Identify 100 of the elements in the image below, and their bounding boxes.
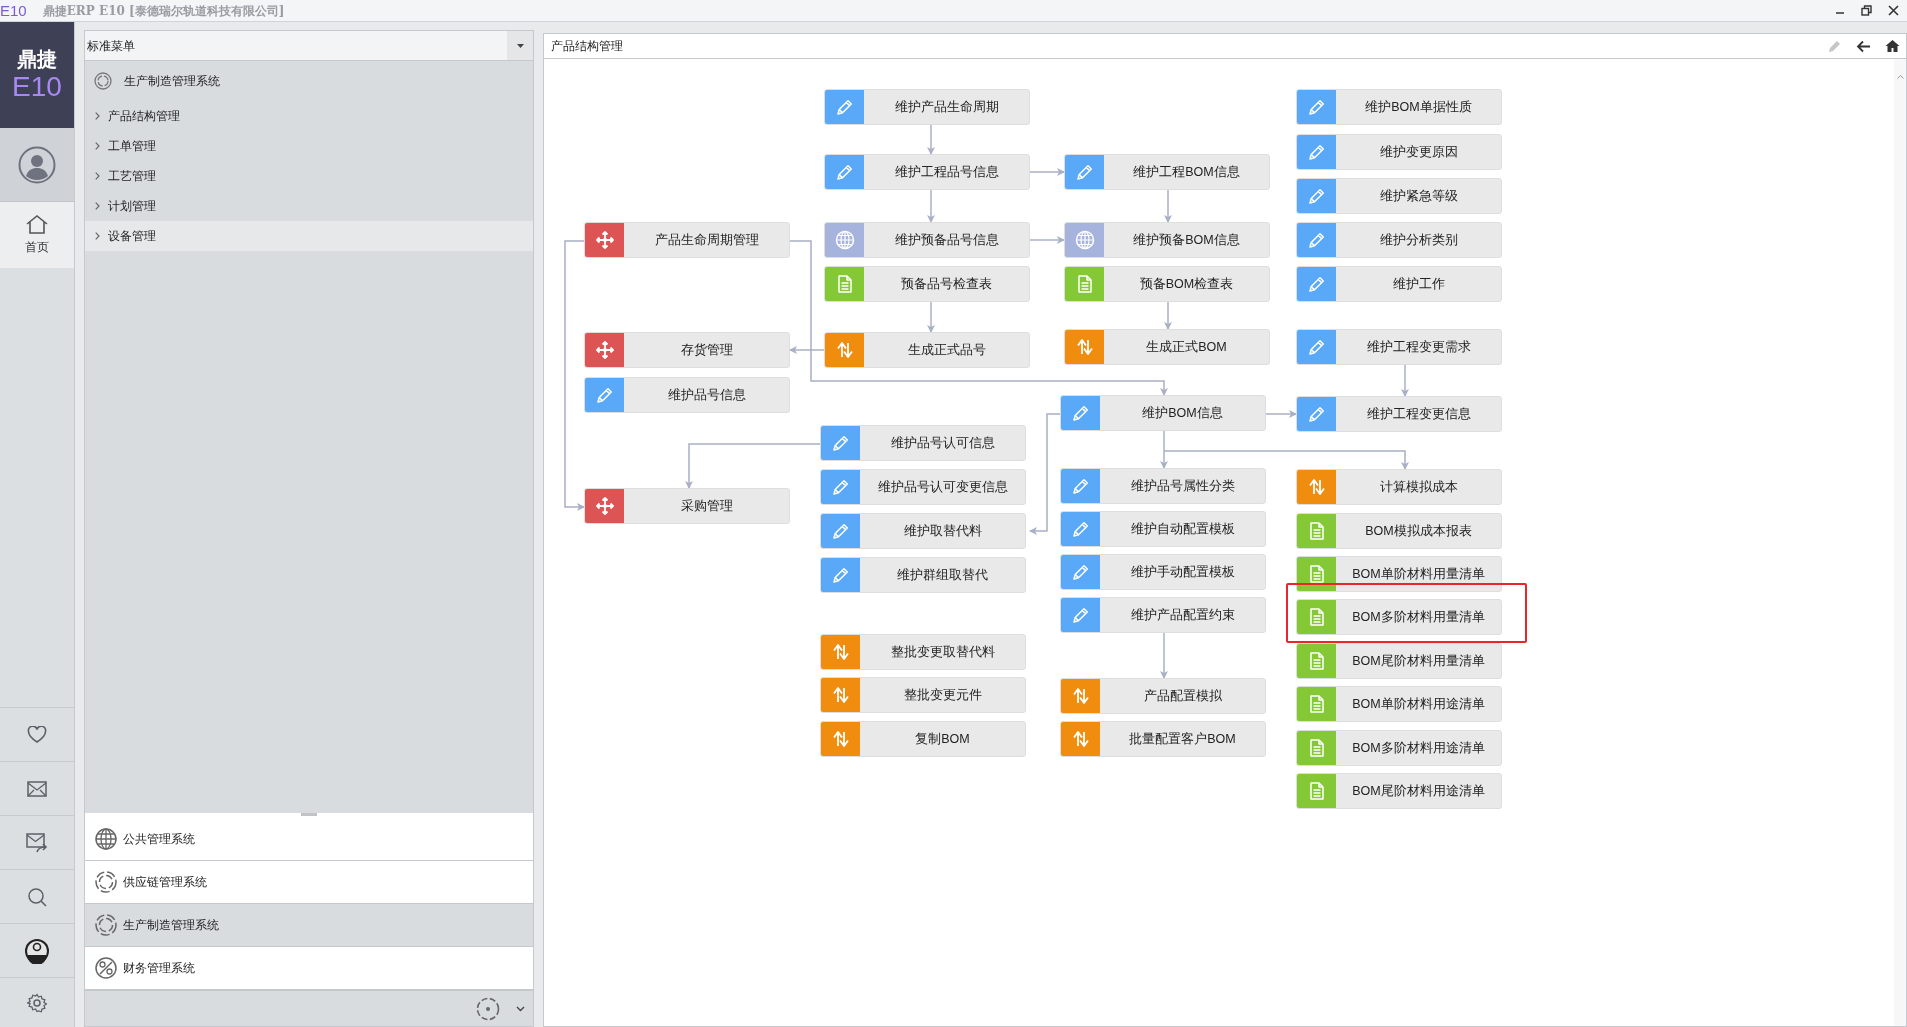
- settings-icon[interactable]: [27, 992, 47, 1013]
- flow-node-button[interactable]: 产品配置模拟: [1060, 678, 1266, 714]
- pencil-icon: [834, 97, 855, 117]
- pencil-icon: [1074, 162, 1095, 182]
- flow-node-button[interactable]: 维护预备BOM信息: [1064, 222, 1270, 258]
- globe-icon: [95, 828, 117, 850]
- system-item[interactable]: 财务管理系统: [85, 947, 533, 990]
- dropdown-caret-icon: [516, 43, 524, 48]
- chevron-down-icon[interactable]: [516, 1005, 525, 1012]
- pencil-icon: [1306, 142, 1327, 162]
- flow-node-button[interactable]: 生成正式品号: [824, 332, 1030, 368]
- chevron-right-icon: [95, 232, 100, 240]
- flow-node-button[interactable]: BOM尾阶材料用量清单: [1296, 643, 1502, 679]
- cycle-icon: [94, 72, 112, 90]
- crosshair-icon[interactable]: [476, 996, 500, 1021]
- move-arrows-icon: [594, 496, 615, 516]
- flow-node-button[interactable]: 维护品号认可信息: [820, 425, 1026, 461]
- scrollbar[interactable]: [1894, 59, 1906, 1026]
- flow-node-button[interactable]: 存货管理: [584, 332, 790, 368]
- connector-arrow: [1265, 410, 1297, 418]
- flow-node-button[interactable]: 预备BOM检查表: [1064, 266, 1270, 302]
- mail-icon[interactable]: [27, 780, 47, 797]
- scroll-up-icon[interactable]: [1896, 75, 1904, 79]
- flow-node-button[interactable]: BOM多阶材料用途清单: [1296, 730, 1502, 766]
- flow-node-button[interactable]: 维护取替代料: [820, 513, 1026, 549]
- badge-logo-icon[interactable]: [24, 937, 50, 964]
- close-icon[interactable]: [1888, 5, 1899, 16]
- flow-node-button[interactable]: 维护BOM信息: [1060, 395, 1266, 431]
- chevron-right-icon: [95, 142, 100, 150]
- flow-node-button[interactable]: 整批变更取替代料: [820, 634, 1026, 670]
- pencil-icon: [1306, 404, 1327, 424]
- flow-node-button[interactable]: 维护紧急等级: [1296, 178, 1502, 214]
- flow-node-button[interactable]: 整批变更元件: [820, 677, 1026, 713]
- flow-node-button[interactable]: 维护工程BOM信息: [1064, 154, 1270, 190]
- pencil-icon: [1070, 562, 1091, 582]
- move-arrows-icon: [594, 230, 615, 250]
- home-tab[interactable]: 首页: [0, 202, 74, 268]
- flow-node-button[interactable]: 维护预备品号信息: [824, 222, 1030, 258]
- globe-icon: [834, 230, 855, 250]
- flow-node-button[interactable]: 维护变更原因: [1296, 134, 1502, 170]
- flow-node-button[interactable]: 维护分析类别: [1296, 222, 1502, 258]
- pencil-icon: [1306, 337, 1327, 357]
- chevron-right-icon: [95, 112, 100, 120]
- flow-node-button[interactable]: BOM尾阶材料用途清单: [1296, 773, 1502, 809]
- system-item[interactable]: 公共管理系统: [85, 818, 533, 861]
- flow-node-button[interactable]: 生成正式BOM: [1064, 329, 1270, 365]
- pencil-icon: [1306, 97, 1327, 117]
- flow-node-button[interactable]: 预备品号检查表: [824, 266, 1030, 302]
- connector-arrow: [1164, 189, 1172, 223]
- percent-icon: [95, 957, 117, 979]
- pencil-icon: [830, 433, 851, 453]
- flow-node-button[interactable]: 采购管理: [584, 488, 790, 524]
- flow-node-button[interactable]: 维护品号认可变更信息: [820, 469, 1026, 505]
- avatar-icon[interactable]: [18, 145, 56, 184]
- flow-node-button[interactable]: 维护产品配置约束: [1060, 597, 1266, 633]
- heart-icon[interactable]: [27, 725, 47, 744]
- mail-forward-icon[interactable]: [26, 832, 48, 853]
- menu-dropdown[interactable]: 标准菜单: [85, 31, 533, 61]
- flow-node-button[interactable]: 维护工程变更信息: [1296, 396, 1502, 432]
- flow-node-button[interactable]: BOM模拟成本报表: [1296, 513, 1502, 549]
- search-icon[interactable]: [27, 886, 47, 907]
- flow-node-button[interactable]: 维护自动配置模板: [1060, 511, 1266, 547]
- system-item[interactable]: 供应链管理系统: [85, 861, 533, 904]
- window-title: 鼎捷ERP E10 [泰德瑞尔轨道科技有限公司]: [42, 2, 285, 20]
- menu-item[interactable]: 设备管理: [85, 221, 533, 251]
- connector-arrow: [1029, 168, 1065, 176]
- move-arrows-icon: [594, 340, 615, 360]
- home-icon[interactable]: [1885, 39, 1900, 53]
- flow-node-button[interactable]: 维护群组取替代: [820, 557, 1026, 593]
- flow-node-button[interactable]: 维护BOM单据性质: [1296, 89, 1502, 125]
- page-title: 产品结构管理: [550, 38, 623, 55]
- brand-logo: 鼎捷 E10: [0, 22, 74, 128]
- flow-node-button[interactable]: BOM单阶材料用量清单: [1296, 556, 1502, 592]
- back-arrow-icon[interactable]: [1856, 39, 1871, 53]
- app-logo: E10: [0, 3, 27, 18]
- connector-arrow: [1401, 364, 1409, 397]
- flow-node-button[interactable]: BOM多阶材料用量清单: [1296, 599, 1502, 635]
- flow-node-button[interactable]: 批量配置客户BOM: [1060, 721, 1266, 757]
- system-heading: 生产制造管理系统: [124, 73, 220, 90]
- pencil-icon: [830, 521, 851, 541]
- splitter-handle[interactable]: [301, 813, 317, 816]
- connector-arrow: [927, 124, 935, 155]
- pencil-icon: [1306, 274, 1327, 294]
- pencil-icon: [830, 565, 851, 585]
- flow-node-button[interactable]: 维护工作: [1296, 266, 1502, 302]
- flow-node-button[interactable]: 维护产品生命周期: [824, 89, 1030, 125]
- globe-icon: [1074, 230, 1095, 250]
- cycle-icon: [95, 914, 117, 936]
- flow-node-button[interactable]: 维护手动配置模板: [1060, 554, 1266, 590]
- flow-node-button[interactable]: BOM单阶材料用途清单: [1296, 686, 1502, 722]
- flow-node-button[interactable]: 维护品号属性分类: [1060, 468, 1266, 504]
- restore-icon[interactable]: [1861, 5, 1872, 16]
- flow-node-button[interactable]: 维护工程变更需求: [1296, 329, 1502, 365]
- flow-node-button[interactable]: 计算模拟成本: [1296, 469, 1502, 505]
- pencil-icon: [1306, 186, 1327, 206]
- flow-node-button[interactable]: 产品生命周期管理: [584, 222, 790, 258]
- flow-node-button[interactable]: 复制BOM: [820, 721, 1026, 757]
- flow-node-button[interactable]: 维护品号信息: [584, 377, 790, 413]
- flow-node-button[interactable]: 维护工程品号信息: [824, 154, 1030, 190]
- home-icon: [25, 214, 49, 234]
